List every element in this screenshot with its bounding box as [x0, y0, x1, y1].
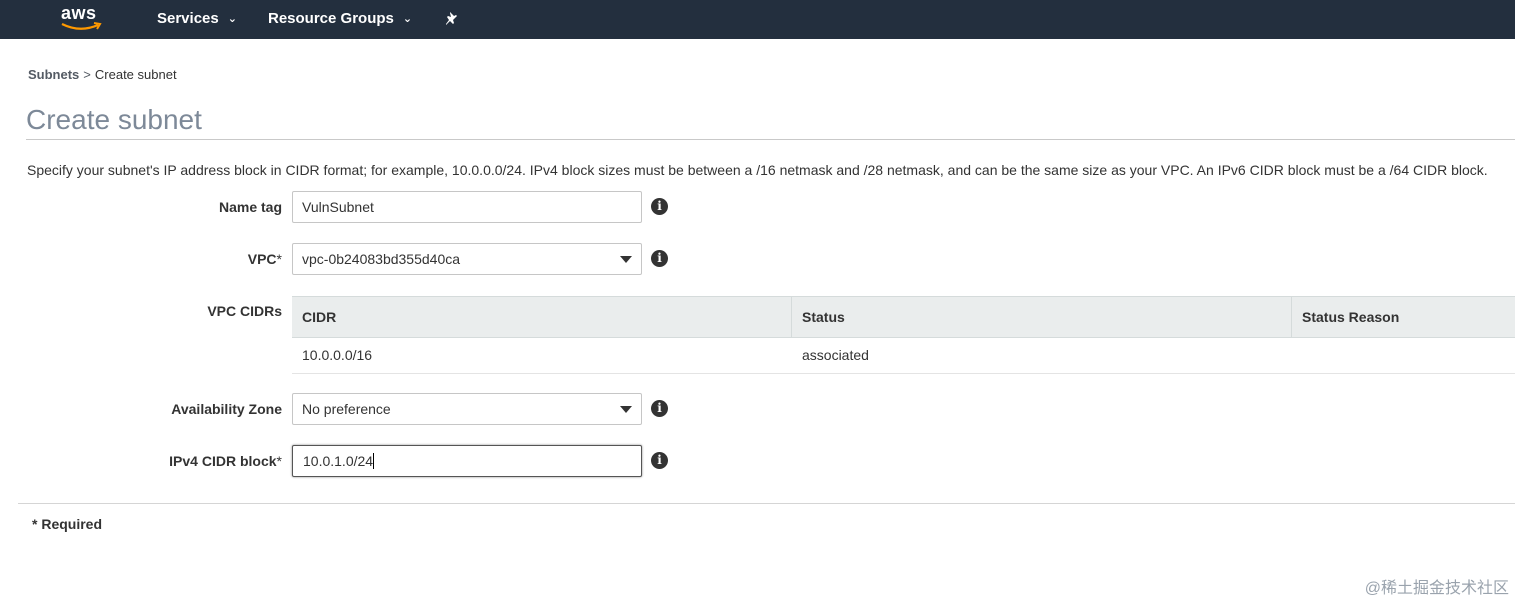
required-note: * Required [32, 516, 103, 532]
services-menu-label: Services [157, 10, 219, 27]
availability-zone-label: Availability Zone [171, 401, 282, 417]
column-header-status-reason[interactable]: Status Reason [1292, 297, 1515, 337]
table-header: CIDR Status Status Reason [292, 296, 1515, 338]
services-menu[interactable]: Services ⌄ [157, 10, 237, 27]
ipv4-cidr-input[interactable]: 10.0.1.0/24 [292, 445, 642, 477]
availability-zone-value: No preference [302, 401, 391, 417]
form-divider [18, 503, 1515, 504]
info-icon[interactable]: i [651, 452, 668, 469]
text-cursor [373, 453, 375, 469]
chevron-down-icon: ⌄ [402, 13, 413, 25]
cidr-cell: 10.0.0.0/16 [302, 347, 373, 363]
required-asterisk: * [276, 453, 282, 469]
page-description: Specify your subnet's IP address block i… [27, 162, 1488, 178]
resource-groups-menu[interactable]: Resource Groups ⌄ [268, 10, 412, 27]
name-tag-value: VulnSubnet [302, 199, 374, 215]
availability-zone-label-text: Availability Zone [171, 401, 282, 417]
info-icon[interactable]: i [651, 400, 668, 417]
pin-icon[interactable] [444, 11, 460, 27]
chevron-down-icon: ⌄ [227, 13, 237, 25]
aws-logo[interactable]: aws [58, 3, 104, 33]
breadcrumb-subnets-link[interactable]: Subnets [28, 67, 79, 82]
name-tag-label-text: Name tag [218, 199, 282, 215]
info-icon[interactable]: i [651, 250, 668, 267]
status-reason-cell [1292, 338, 1302, 373]
required-asterisk: * [276, 251, 282, 267]
vpc-select-value: vpc-0b24083bd355d40ca [302, 251, 461, 267]
breadcrumb: Subnets > Create subnet [28, 67, 177, 82]
dropdown-caret-icon [620, 406, 632, 413]
name-tag-input[interactable]: VulnSubnet [292, 191, 642, 223]
vpc-cidrs-table: CIDR Status Status Reason 10.0.0.0/16 as… [292, 296, 1515, 374]
breadcrumb-current: Create subnet [94, 67, 177, 82]
title-divider [26, 139, 1515, 140]
name-tag-label: Name tag [219, 199, 282, 215]
ipv4-cidr-label: IPv4 CIDR block* [169, 453, 282, 469]
vpc-cidrs-label-text: VPC CIDRs [207, 303, 282, 319]
status-cell: associated [802, 347, 869, 363]
watermark: @稀土掘金技术社区 [1364, 580, 1509, 597]
ipv4-cidr-value: 10.0.1.0/24 [303, 453, 374, 469]
vpc-select[interactable]: vpc-0b24083bd355d40ca [292, 243, 642, 275]
top-navigation-bar: aws Services ⌄ Resource Groups ⌄ [0, 0, 1515, 39]
vpc-label-text: VPC [247, 251, 277, 267]
resource-groups-menu-label: Resource Groups [268, 10, 394, 27]
aws-logo-text: aws [61, 3, 97, 23]
ipv4-cidr-label-text: IPv4 CIDR block [169, 453, 277, 469]
table-row: 10.0.0.0/16 associated [292, 338, 1515, 374]
vpc-label: VPC* [248, 251, 282, 267]
info-icon[interactable]: i [651, 198, 668, 215]
breadcrumb-separator: > [83, 67, 91, 82]
dropdown-caret-icon [620, 256, 632, 263]
page-title: Create subnet [26, 104, 202, 135]
aws-smile-icon [61, 22, 102, 30]
vpc-cidrs-label: VPC CIDRs [207, 303, 282, 319]
column-header-status[interactable]: Status [792, 297, 1292, 337]
availability-zone-select[interactable]: No preference [292, 393, 642, 425]
column-header-cidr[interactable]: CIDR [292, 297, 792, 337]
